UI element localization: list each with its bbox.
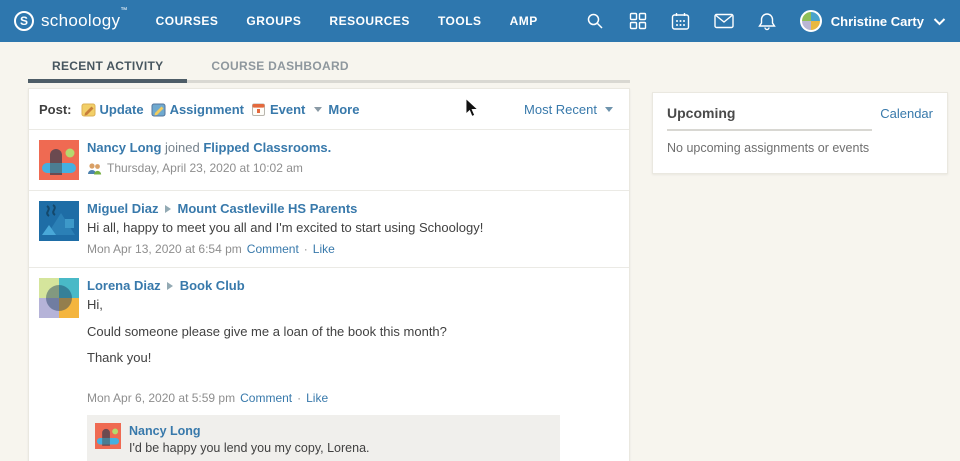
comment-link[interactable]: Comment: [240, 391, 292, 406]
menu-item-resources[interactable]: RESOURCES: [329, 14, 410, 28]
timestamp: Mon Apr 6, 2020 at 5:59 pm: [87, 391, 235, 406]
menu-item-amp[interactable]: AMP: [510, 14, 538, 28]
event-icon: [251, 102, 266, 117]
post-update-button[interactable]: Update: [81, 102, 144, 117]
like-link[interactable]: Like: [306, 391, 328, 406]
post-assignment-button[interactable]: Assignment: [151, 102, 244, 117]
calendar-icon[interactable]: [671, 11, 691, 31]
comment-link[interactable]: Comment: [247, 242, 299, 257]
avatar-nancy-long[interactable]: [95, 423, 121, 449]
top-navbar: S schoology™ COURSES GROUPS RESOURCES TO…: [0, 0, 960, 42]
notifications-icon[interactable]: [757, 11, 777, 31]
author-link[interactable]: Lorena Diaz: [87, 278, 161, 293]
group-link[interactable]: Mount Castleville HS Parents: [178, 201, 358, 216]
post-meta: Mon Apr 13, 2020 at 6:54 pm Comment · Li…: [87, 242, 615, 257]
joined-verb: joined: [165, 140, 200, 155]
content-area: Post: Update Assignment Event More: [28, 88, 960, 461]
upcoming-header: Upcoming Calendar: [667, 105, 933, 131]
post-text-line: Hi,: [87, 297, 615, 313]
feed-item-body: Miguel DiazMount Castleville HS Parents …: [87, 201, 615, 258]
schoology-app: S schoology™ COURSES GROUPS RESOURCES TO…: [0, 0, 960, 461]
update-icon: [81, 102, 96, 117]
comment-text: I'd be happy you lend you my copy, Loren…: [129, 440, 370, 456]
menu-item-groups[interactable]: GROUPS: [246, 14, 301, 28]
feed-item-joined: Nancy Long joined Flipped Classrooms. Th…: [29, 129, 629, 190]
comment-body: Nancy Long I'd be happy you lend you my …: [129, 423, 370, 461]
page-tabs: RECENT ACTIVITY COURSE DASHBOARD: [28, 53, 630, 83]
byline: Lorena Diaz Book Club: [87, 278, 615, 294]
post-text-line: Could someone please give me a loan of t…: [87, 324, 615, 340]
comment-thread: Nancy Long I'd be happy you lend you my …: [87, 415, 560, 461]
post-label: Post:: [39, 102, 72, 117]
user-avatar: [800, 10, 822, 32]
group-link[interactable]: Flipped Classrooms.: [203, 140, 331, 155]
tab-recent-activity[interactable]: RECENT ACTIVITY: [28, 53, 187, 83]
main-menu: COURSES GROUPS RESOURCES TOOLS AMP: [156, 14, 538, 28]
navbar-right: Christine Carty: [585, 10, 946, 32]
feed-item-post: Lorena Diaz Book Club Hi, Could someone p…: [29, 267, 629, 461]
activity-feed-card: Post: Update Assignment Event More: [28, 88, 630, 461]
caret-down-icon: [605, 107, 613, 112]
avatar-miguel-diaz[interactable]: [39, 201, 79, 241]
like-link[interactable]: Like: [313, 242, 335, 257]
sort-dropdown[interactable]: Most Recent: [524, 102, 615, 117]
upcoming-card: Upcoming Calendar No upcoming assignment…: [652, 92, 948, 174]
post-toolbar: Post: Update Assignment Event More: [29, 89, 629, 129]
upcoming-empty-message: No upcoming assignments or events: [667, 141, 933, 155]
post-text-line: Thank you!: [87, 350, 615, 366]
trademark: ™: [120, 7, 127, 14]
tab-course-dashboard[interactable]: COURSE DASHBOARD: [187, 53, 372, 83]
brand-name: schoology™: [41, 11, 128, 31]
avatar-lorena-diaz[interactable]: [39, 278, 79, 318]
post-more-button[interactable]: More: [312, 102, 359, 117]
dot-separator: ·: [304, 242, 308, 257]
feed-item-post: Miguel DiazMount Castleville HS Parents …: [29, 190, 629, 268]
app-grid-icon[interactable]: [628, 11, 648, 31]
timestamp: Thursday, April 23, 2020 at 10:02 am: [107, 161, 303, 176]
joined-meta: Thursday, April 23, 2020 at 10:02 am: [87, 161, 615, 176]
upcoming-title: Upcoming: [667, 105, 872, 131]
post-event-button[interactable]: Event: [251, 102, 305, 117]
right-sidebar: Upcoming Calendar No upcoming assignment…: [652, 88, 948, 174]
menu-item-courses[interactable]: COURSES: [156, 14, 219, 28]
author-link[interactable]: Nancy Long: [87, 140, 161, 155]
user-menu[interactable]: Christine Carty: [800, 10, 946, 32]
post-meta: Mon Apr 6, 2020 at 5:59 pm Comment · Lik…: [87, 391, 615, 406]
user-name: Christine Carty: [831, 14, 924, 29]
feed-item-body: Nancy Long joined Flipped Classrooms. Th…: [87, 140, 615, 180]
avatar-nancy-long[interactable]: [39, 140, 79, 180]
group-members-icon: [87, 162, 102, 175]
post-text: Hi all, happy to meet you all and I'm ex…: [87, 220, 615, 236]
comment: Nancy Long I'd be happy you lend you my …: [95, 423, 552, 461]
schoology-logo[interactable]: S schoology™: [14, 11, 128, 31]
byline: Nancy Long joined Flipped Classrooms.: [87, 140, 615, 156]
messages-icon[interactable]: [714, 11, 734, 31]
arrow-right-icon: [165, 205, 171, 213]
caret-down-icon: [314, 107, 322, 112]
calendar-link[interactable]: Calendar: [880, 105, 933, 121]
search-icon[interactable]: [585, 11, 605, 31]
comment-author-link[interactable]: Nancy Long: [129, 423, 370, 439]
timestamp: Mon Apr 13, 2020 at 6:54 pm: [87, 242, 242, 257]
assignment-icon: [151, 102, 166, 117]
group-link[interactable]: Book Club: [180, 278, 245, 293]
dot-separator: ·: [297, 391, 301, 406]
byline: Miguel Diaz Mount Castleville HS Parents: [87, 201, 615, 217]
author-link[interactable]: Miguel Diaz: [87, 201, 159, 216]
feed-item-body: Lorena Diaz Book Club Hi, Could someone p…: [87, 278, 615, 461]
arrow-right-icon: [167, 282, 173, 290]
schoology-s-icon: S: [14, 11, 34, 31]
chevron-down-icon: [933, 17, 946, 26]
menu-item-tools[interactable]: TOOLS: [438, 14, 482, 28]
